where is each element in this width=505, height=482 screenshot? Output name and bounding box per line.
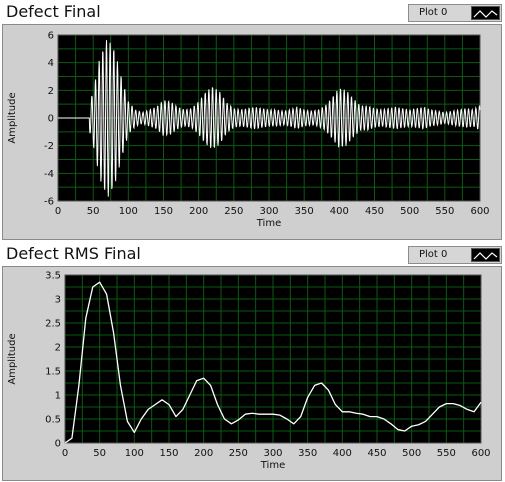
y-tick-label: -4: [44, 169, 54, 180]
x-tick-label: 450: [367, 448, 386, 459]
chart-title: Defect Final: [6, 2, 101, 21]
x-tick-label: 500: [400, 206, 419, 217]
x-tick-label: 600: [471, 448, 490, 459]
y-tick-label: 0: [55, 439, 61, 450]
x-tick-label: 200: [189, 206, 208, 217]
y-tick-label: 2: [48, 86, 54, 97]
x-axis-label: Time: [256, 218, 281, 229]
y-tick-label: 4: [48, 58, 54, 69]
x-tick-label: 300: [259, 206, 278, 217]
y-tick-label: 2: [55, 343, 61, 354]
x-tick-label: 450: [365, 206, 384, 217]
x-tick-label: 0: [55, 206, 61, 217]
y-tick-label: 1.5: [45, 367, 61, 378]
graph-frame: 0 50 100 150 200 250 300 350 400 450 500 550 600 -6 -4…: [2, 24, 502, 240]
y-tick-label: -6: [44, 197, 54, 208]
defect-final-chart: 0 50 100 150 200 250 300 350 400 450 500 550 600 -6 -4…: [7, 31, 490, 230]
x-tick-label: 100: [125, 448, 144, 459]
y-tick-label: 6: [48, 31, 54, 42]
x-tick-label: 50: [93, 448, 106, 459]
x-tick-label: 350: [298, 448, 317, 459]
x-axis-label: Time: [260, 460, 285, 471]
defect-rms-final-panel: Defect RMS Final Plot 0 0 50 100 150 200 250 3…: [0, 242, 505, 482]
x-tick-label: 600: [470, 206, 489, 217]
x-tick-label: 150: [159, 448, 178, 459]
plot-legend[interactable]: Plot 0: [408, 4, 502, 22]
plot-style-swatch-icon[interactable]: [471, 6, 500, 20]
x-tick-label: 50: [87, 206, 100, 217]
x-tick-label: 350: [295, 206, 314, 217]
x-tick-label: 150: [154, 206, 173, 217]
legend-label: Plot 0: [419, 249, 448, 260]
x-tick-label: 400: [333, 448, 352, 459]
x-tick-label: 500: [402, 448, 421, 459]
x-tick-label: 300: [263, 448, 282, 459]
y-axis-label: Amplitude: [7, 333, 18, 384]
defect-final-panel: Defect Final Plot 0 0 50 100 150 200 250 300 35…: [0, 0, 505, 240]
x-tick-label: 550: [437, 448, 456, 459]
x-tick-label: 400: [330, 206, 349, 217]
x-tick-label: 100: [119, 206, 138, 217]
plot-legend[interactable]: Plot 0: [408, 246, 502, 264]
legend-label: Plot 0: [419, 7, 448, 18]
x-tick-label: 250: [229, 448, 248, 459]
y-tick-label: 0: [48, 114, 54, 125]
x-tick-label: 200: [194, 448, 213, 459]
x-tick-label: 550: [435, 206, 454, 217]
y-tick-label: 1: [55, 391, 61, 402]
defect-rms-final-chart: 0 50 100 150 200 250 300 350 400 450 500 550 600 0 0.5…: [7, 271, 491, 472]
x-tick-label: 0: [62, 448, 68, 459]
y-tick-label: 2.5: [45, 319, 61, 330]
y-tick-label: -2: [44, 141, 54, 152]
x-tick-label: 250: [224, 206, 243, 217]
y-tick-label: 0.5: [45, 415, 61, 426]
y-tick-label: 3.5: [45, 271, 61, 282]
y-tick-label: 3: [55, 295, 61, 306]
chart-title: Defect RMS Final: [6, 244, 141, 263]
y-axis-label: Amplitude: [7, 92, 18, 143]
graph-frame: 0 50 100 150 200 250 300 350 400 450 500 550 600 0 0.5…: [2, 266, 502, 481]
plot-style-swatch-icon[interactable]: [471, 248, 500, 262]
